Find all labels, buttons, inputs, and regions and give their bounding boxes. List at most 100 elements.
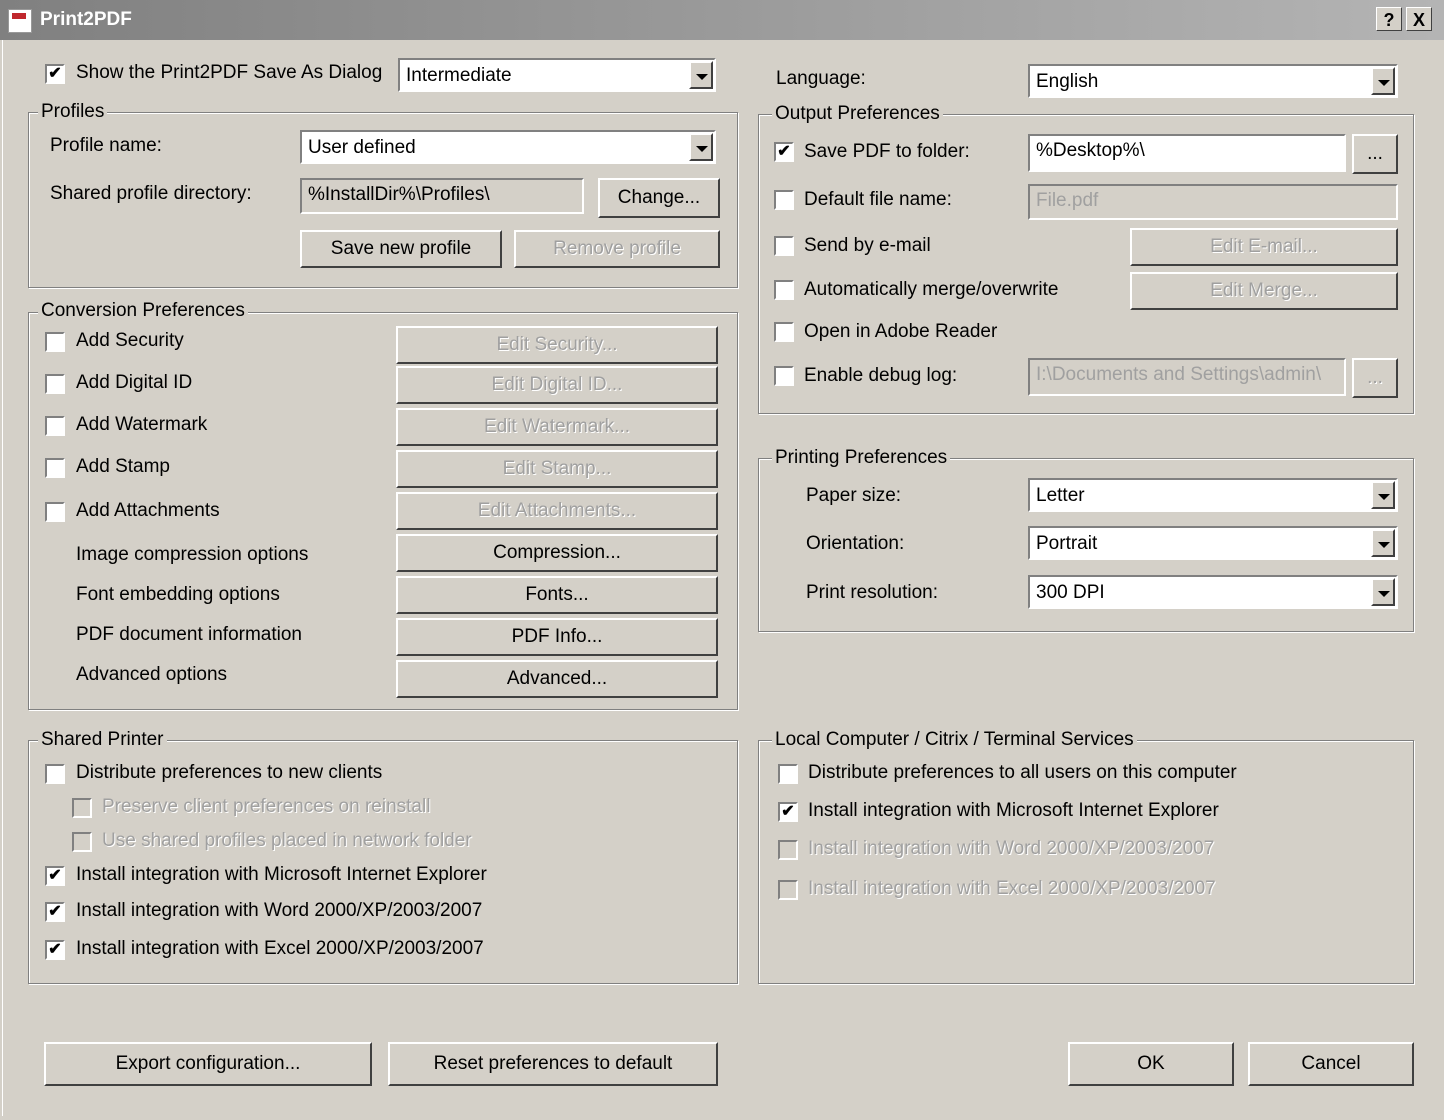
debug-log-field[interactable]: I:\Documents and Settings\admin\ (1028, 358, 1346, 396)
fonts-label: Font embedding options (76, 584, 280, 605)
edit-email-button[interactable]: Edit E-mail... (1130, 228, 1398, 266)
language-value: English (1036, 71, 1099, 92)
lc-word-integration-checkbox[interactable] (778, 840, 798, 860)
help-button[interactable]: ? (1376, 7, 1402, 31)
conversion-group-title: Conversion Preferences (38, 300, 248, 322)
add-stamp-label: Add Stamp (76, 456, 170, 477)
send-email-label: Send by e-mail (804, 235, 931, 256)
auto-merge-checkbox[interactable] (774, 280, 794, 300)
dialog-mode-value: Intermediate (406, 65, 512, 86)
add-attachments-checkbox[interactable] (45, 502, 65, 522)
compression-label: Image compression options (76, 544, 309, 565)
auto-merge-label: Automatically merge/overwrite (804, 279, 1059, 300)
dialog-mode-select[interactable]: Intermediate (398, 58, 716, 92)
chevron-down-icon[interactable] (689, 133, 713, 161)
debug-log-checkbox[interactable] (774, 366, 794, 386)
resolution-select[interactable]: 300 DPI (1028, 575, 1398, 609)
sp-excel-integration-checkbox[interactable]: ✔ (45, 940, 65, 960)
sp-ie-integration-checkbox[interactable]: ✔ (45, 866, 65, 886)
send-email-checkbox[interactable] (774, 236, 794, 256)
paper-size-label: Paper size: (806, 485, 902, 506)
default-name-field[interactable]: File.pdf (1028, 184, 1398, 220)
output-group-title: Output Preferences (772, 103, 943, 125)
show-dialog-checkbox[interactable]: ✔ (45, 64, 65, 84)
edit-security-button[interactable]: Edit Security... (396, 326, 718, 364)
shared-profiles-checkbox[interactable] (72, 832, 92, 852)
chevron-down-icon[interactable] (689, 61, 713, 89)
preserve-prefs-checkbox[interactable] (72, 798, 92, 818)
chevron-down-icon[interactable] (1371, 481, 1395, 509)
shared-profiles-label: Use shared profiles placed in network fo… (102, 830, 472, 851)
distribute-clients-checkbox[interactable] (45, 764, 65, 784)
paper-size-value: Letter (1036, 485, 1085, 506)
orientation-value: Portrait (1036, 533, 1098, 554)
profile-name-label: Profile name: (50, 135, 162, 156)
save-folder-label: Save PDF to folder: (804, 141, 970, 162)
distribute-users-checkbox[interactable] (778, 764, 798, 784)
printing-group-title: Printing Preferences (772, 447, 951, 469)
remove-profile-button[interactable]: Remove profile (514, 230, 720, 268)
add-security-label: Add Security (76, 330, 184, 351)
sp-excel-integration-label: Install integration with Excel 2000/XP/2… (76, 938, 484, 959)
window-title: Print2PDF (40, 9, 132, 30)
lc-excel-integration-checkbox[interactable] (778, 880, 798, 900)
language-select[interactable]: English (1028, 64, 1398, 98)
ok-button[interactable]: OK (1068, 1042, 1234, 1086)
sp-ie-integration-label: Install integration with Microsoft Inter… (76, 864, 487, 885)
paper-size-select[interactable]: Letter (1028, 478, 1398, 512)
edit-merge-button[interactable]: Edit Merge... (1130, 272, 1398, 310)
lc-word-integration-label: Install integration with Word 2000/XP/20… (808, 838, 1215, 859)
cancel-button[interactable]: Cancel (1248, 1042, 1414, 1086)
reset-prefs-button[interactable]: Reset preferences to default (388, 1042, 718, 1086)
orientation-label: Orientation: (806, 533, 905, 554)
show-dialog-label: Show the Print2PDF Save As Dialog (76, 62, 383, 83)
save-profile-button[interactable]: Save new profile (300, 230, 502, 268)
chevron-down-icon[interactable] (1371, 67, 1395, 95)
change-button[interactable]: Change... (598, 178, 720, 218)
debug-log-label: Enable debug log: (804, 365, 958, 386)
open-adobe-label: Open in Adobe Reader (804, 321, 998, 342)
edit-attachments-button[interactable]: Edit Attachments... (396, 492, 718, 530)
edit-digital-id-button[interactable]: Edit Digital ID... (396, 366, 718, 404)
fonts-button[interactable]: Fonts... (396, 576, 718, 614)
browse-debug-button[interactable]: ... (1352, 358, 1398, 398)
add-digital-id-checkbox[interactable] (45, 374, 65, 394)
language-label: Language: (776, 68, 866, 89)
export-config-button[interactable]: Export configuration... (44, 1042, 372, 1086)
distribute-users-label: Distribute preferences to all users on t… (808, 762, 1237, 783)
shared-dir-field[interactable]: %InstallDir%\Profiles\ (300, 178, 584, 214)
save-folder-checkbox[interactable]: ✔ (774, 142, 794, 162)
lc-excel-integration-label: Install integration with Excel 2000/XP/2… (808, 878, 1216, 899)
sp-word-integration-checkbox[interactable]: ✔ (45, 902, 65, 922)
save-folder-field[interactable]: %Desktop%\ (1028, 134, 1346, 172)
pdf-info-button[interactable]: PDF Info... (396, 618, 718, 656)
add-attachments-label: Add Attachments (76, 500, 220, 521)
chevron-down-icon[interactable] (1371, 578, 1395, 606)
edit-watermark-button[interactable]: Edit Watermark... (396, 408, 718, 446)
distribute-clients-label: Distribute preferences to new clients (76, 762, 383, 783)
pdf-info-label: PDF document information (76, 624, 302, 645)
edit-stamp-button[interactable]: Edit Stamp... (396, 450, 718, 488)
resolution-value: 300 DPI (1036, 582, 1105, 603)
browse-folder-button[interactable]: ... (1352, 134, 1398, 174)
local-computer-group-title: Local Computer / Citrix / Terminal Servi… (772, 729, 1137, 751)
shared-dir-label: Shared profile directory: (50, 183, 252, 204)
compression-button[interactable]: Compression... (396, 534, 718, 572)
orientation-select[interactable]: Portrait (1028, 526, 1398, 560)
title-bar: Print2PDF ? X (0, 0, 1444, 40)
close-button[interactable]: X (1406, 7, 1432, 31)
add-security-checkbox[interactable] (45, 332, 65, 352)
chevron-down-icon[interactable] (1371, 529, 1395, 557)
add-stamp-checkbox[interactable] (45, 458, 65, 478)
default-name-checkbox[interactable] (774, 190, 794, 210)
lc-ie-integration-label: Install integration with Microsoft Inter… (808, 800, 1219, 821)
open-adobe-checkbox[interactable] (774, 322, 794, 342)
sp-word-integration-label: Install integration with Word 2000/XP/20… (76, 900, 483, 921)
preserve-prefs-label: Preserve client preferences on reinstall (102, 796, 431, 817)
advanced-button[interactable]: Advanced... (396, 660, 718, 698)
app-icon (8, 9, 32, 33)
lc-ie-integration-checkbox[interactable]: ✔ (778, 802, 798, 822)
profile-name-select[interactable]: User defined (300, 130, 716, 164)
shared-printer-group-title: Shared Printer (38, 729, 167, 751)
add-watermark-checkbox[interactable] (45, 416, 65, 436)
